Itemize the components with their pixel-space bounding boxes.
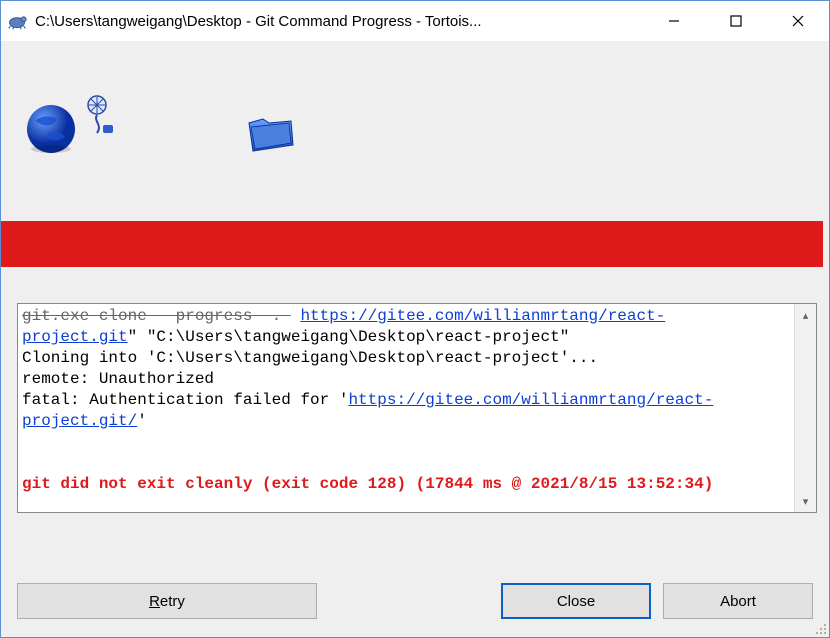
minimize-button[interactable]: [643, 1, 705, 41]
log-link[interactable]: project.git/: [22, 412, 137, 430]
animation-area: [1, 41, 829, 191]
maximize-button[interactable]: [705, 1, 767, 41]
network-transfer-icon: [85, 95, 117, 135]
log-link[interactable]: project.git: [22, 328, 128, 346]
tortoise-icon: [7, 11, 27, 31]
scroll-up-icon[interactable]: ▴: [795, 304, 816, 326]
log-text[interactable]: git.exe clone progress . https://gitee.c…: [18, 304, 794, 512]
resize-grip-icon[interactable]: [813, 621, 827, 635]
close-button[interactable]: Close: [501, 583, 651, 619]
close-window-button[interactable]: [767, 1, 829, 41]
error-line: git did not exit cleanly (exit code 128)…: [22, 475, 713, 493]
window-title: C:\Users\tangweigang\Desktop - Git Comma…: [35, 13, 643, 30]
globe-icon: [25, 103, 77, 155]
progress-bar-error: [1, 221, 823, 267]
titlebar[interactable]: C:\Users\tangweigang\Desktop - Git Comma…: [1, 1, 829, 41]
log-link[interactable]: https://gitee.com/willianmrtang/react-: [348, 391, 713, 409]
scroll-down-icon[interactable]: ▾: [795, 490, 816, 512]
scrollbar-vertical[interactable]: ▴ ▾: [794, 304, 816, 512]
button-row: Retry Close Abort: [1, 567, 829, 637]
folder-icon: [243, 111, 297, 155]
log-output: git.exe clone progress . https://gitee.c…: [17, 303, 817, 513]
abort-button[interactable]: Abort: [663, 583, 813, 619]
log-link[interactable]: https://gitee.com/willianmrtang/react-: [300, 307, 665, 325]
retry-button[interactable]: Retry: [17, 583, 317, 619]
